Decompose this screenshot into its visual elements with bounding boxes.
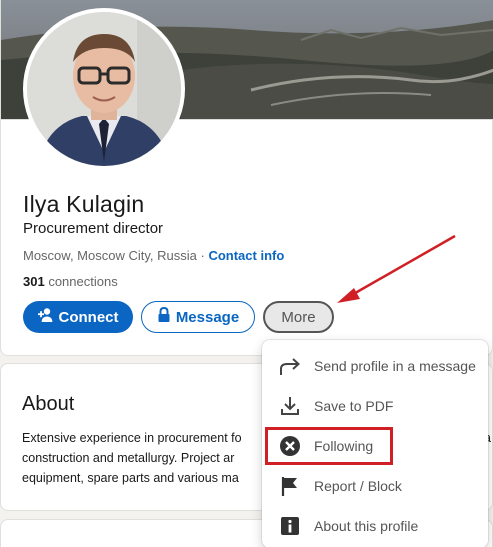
profile-name: Ilya Kulagin [23, 191, 145, 217]
message-label: Message [175, 308, 240, 326]
menu-item-label: Send profile in a message [314, 358, 476, 374]
menu-item-report-block[interactable]: Report / Block [262, 466, 488, 506]
menu-item-label: Save to PDF [314, 398, 394, 414]
location-line: Moscow, Moscow City, Russia · Contact in… [23, 248, 284, 263]
connect-button[interactable]: Connect [23, 301, 133, 333]
profile-location: Moscow, Moscow City, Russia [23, 248, 197, 263]
flag-icon [278, 474, 302, 498]
profile-avatar[interactable] [23, 8, 185, 170]
connect-label: Connect [58, 308, 119, 326]
more-button[interactable]: More [263, 301, 334, 333]
connections-number: 301 [23, 274, 45, 289]
menu-item-save-pdf[interactable]: Save to PDF [262, 386, 488, 426]
menu-item-send-profile[interactable]: Send profile in a message [262, 346, 488, 386]
menu-item-about-profile[interactable]: About this profile [262, 506, 488, 546]
profile-intro-card: Ilya Kulagin Procurement director Moscow… [0, 0, 493, 356]
download-icon [278, 394, 302, 418]
connections-label: connections [48, 274, 118, 289]
menu-item-label: About this profile [314, 518, 419, 534]
lock-icon [157, 306, 171, 327]
connections-count[interactable]: 301 connections [23, 274, 118, 289]
profile-headline: Procurement director [23, 220, 164, 237]
add-person-icon [37, 307, 54, 327]
info-icon [278, 514, 302, 538]
share-arrow-icon [278, 354, 302, 378]
message-button[interactable]: Message [141, 301, 255, 333]
highlight-box [265, 427, 393, 465]
about-title: About [22, 393, 75, 415]
more-label: More [281, 308, 316, 326]
profile-page: Ilya Kulagin Procurement director Moscow… [0, 0, 493, 547]
contact-info-link[interactable]: Contact info [208, 248, 284, 263]
separator-dot: · [200, 248, 205, 263]
menu-item-label: Report / Block [314, 478, 402, 494]
